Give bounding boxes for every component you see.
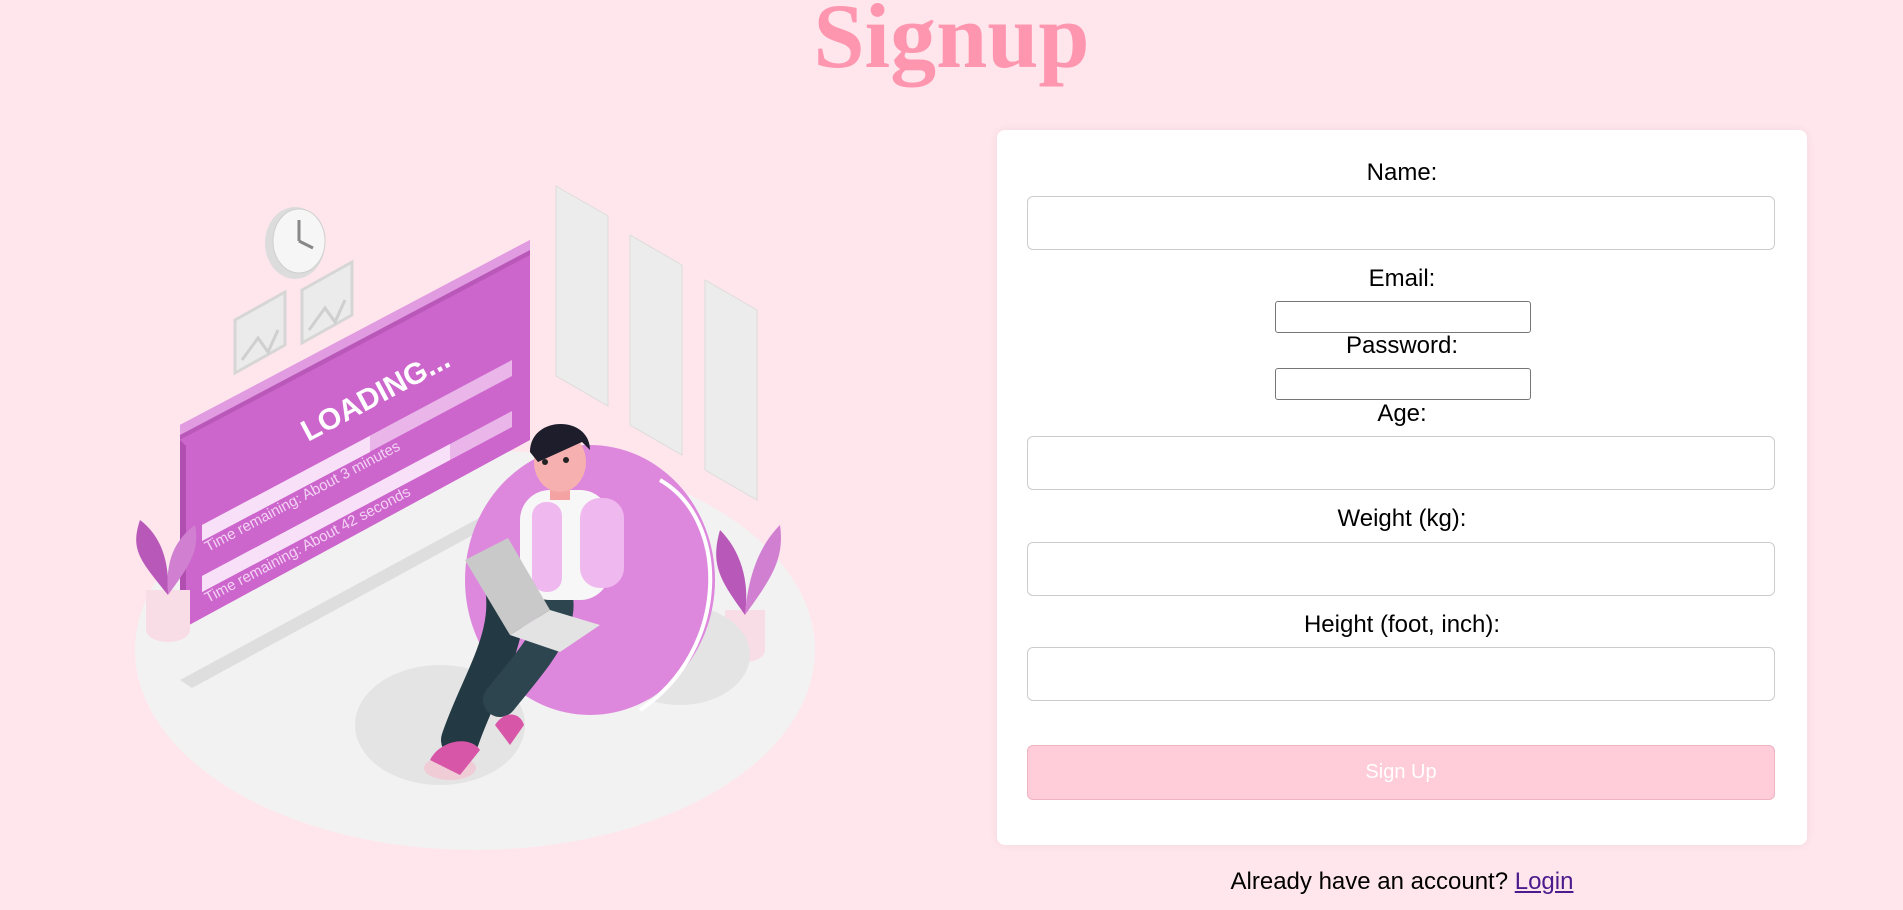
picture-frame-icon — [233, 289, 287, 376]
password-input[interactable] — [1275, 368, 1531, 400]
age-label: Age: — [1377, 400, 1427, 427]
wall-panel — [555, 185, 609, 407]
weight-label: Weight (kg): — [1337, 505, 1467, 532]
email-input[interactable] — [1275, 301, 1531, 333]
signup-form-card: Name: Email: Password: Age: Weight (kg):… — [997, 130, 1807, 845]
email-label: Email: — [1368, 265, 1436, 292]
height-input[interactable] — [1027, 647, 1775, 701]
login-prompt: Already have an account? Login — [997, 868, 1807, 896]
wall-panel — [629, 234, 683, 456]
wall-panel — [704, 279, 758, 501]
login-link[interactable]: Login — [1515, 868, 1574, 895]
signup-illustration: LOADING... Time remaining: About 3 minut… — [120, 180, 840, 860]
height-label: Height (foot, inch): — [1303, 611, 1501, 638]
name-input[interactable] — [1027, 196, 1775, 250]
password-label: Password: — [1345, 332, 1459, 359]
login-prompt-text: Already have an account? — [1230, 868, 1509, 895]
clock-icon — [265, 207, 326, 279]
signup-button[interactable]: Sign Up — [1027, 745, 1775, 800]
weight-input[interactable] — [1027, 542, 1775, 596]
age-input[interactable] — [1027, 436, 1775, 490]
name-label: Name: — [1366, 159, 1438, 186]
page-title: Signup — [813, 0, 1090, 87]
